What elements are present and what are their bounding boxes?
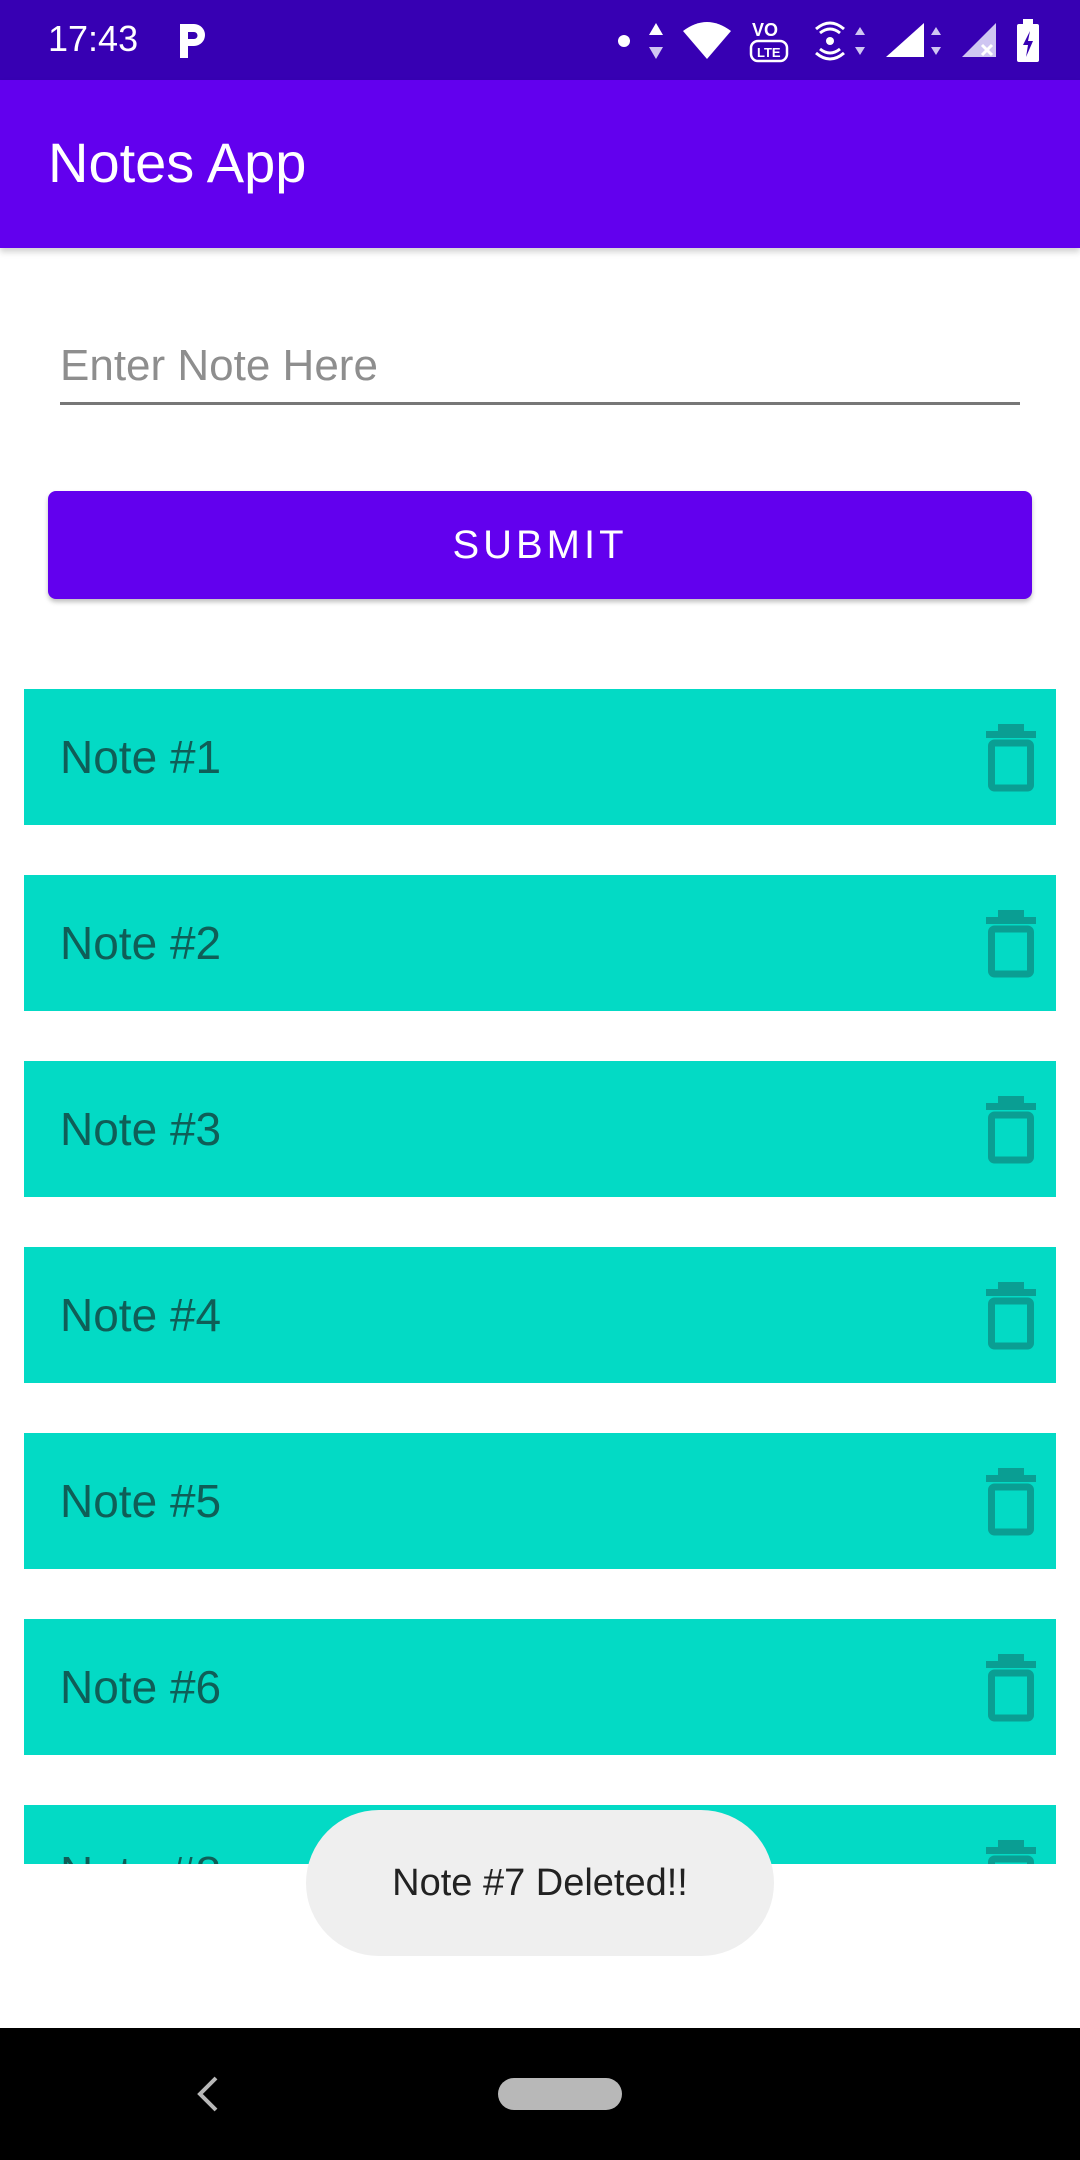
delete-button[interactable] bbox=[966, 875, 1056, 1011]
notes-list[interactable]: Note #1 Note #2 Note #3 Note #4 Note #5 … bbox=[0, 689, 1080, 1864]
home-button[interactable] bbox=[498, 2078, 622, 2110]
navigation-bar bbox=[0, 2028, 1080, 2160]
delete-button[interactable] bbox=[966, 1061, 1056, 1197]
signal-x-icon bbox=[962, 23, 996, 57]
delete-button[interactable] bbox=[966, 1247, 1056, 1383]
signal-icon bbox=[886, 23, 941, 57]
dot-icon bbox=[618, 35, 630, 47]
trash-icon bbox=[986, 1654, 1036, 1722]
trash-icon bbox=[986, 1840, 1036, 1864]
svg-text:LTE: LTE bbox=[757, 45, 781, 60]
trash-icon bbox=[986, 1282, 1036, 1350]
note-input[interactable] bbox=[60, 330, 1020, 405]
note-label: Note #6 bbox=[60, 1661, 222, 1713]
back-icon[interactable] bbox=[196, 2076, 220, 2112]
list-item[interactable]: Note #4 bbox=[24, 1247, 1056, 1383]
note-label: Note #4 bbox=[60, 1289, 222, 1341]
delete-button[interactable] bbox=[966, 1433, 1056, 1569]
hotspot-icon bbox=[815, 21, 865, 61]
submit-button[interactable]: SUBMIT bbox=[48, 491, 1032, 599]
note-label: Note #1 bbox=[60, 731, 222, 783]
app-bar: Notes App bbox=[0, 80, 1080, 248]
trash-icon bbox=[986, 1096, 1036, 1164]
list-item[interactable]: Note #3 bbox=[24, 1061, 1056, 1197]
status-bar: 17:43 VO LTE bbox=[0, 0, 1080, 80]
trash-icon bbox=[986, 910, 1036, 978]
trash-icon bbox=[986, 724, 1036, 792]
svg-text:VO: VO bbox=[752, 20, 778, 40]
parking-icon bbox=[180, 24, 205, 58]
wifi-icon bbox=[683, 22, 731, 59]
note-label: Note #5 bbox=[60, 1475, 222, 1527]
data-arrows-icon bbox=[649, 23, 663, 59]
volte-icon: VO LTE bbox=[749, 20, 789, 63]
delete-button[interactable] bbox=[966, 1805, 1056, 1864]
delete-button[interactable] bbox=[966, 689, 1056, 825]
toast-message: Note #7 Deleted!! bbox=[306, 1810, 774, 1956]
note-label: Note #8 bbox=[60, 1805, 221, 1864]
note-label: Note #3 bbox=[60, 1103, 222, 1155]
status-time: 17:43 bbox=[48, 18, 139, 59]
trash-icon bbox=[986, 1468, 1036, 1536]
battery-charging-icon bbox=[1017, 19, 1039, 62]
status-icons: VO LTE bbox=[618, 18, 1040, 64]
list-item[interactable]: Note #1 bbox=[24, 689, 1056, 825]
delete-button[interactable] bbox=[966, 1619, 1056, 1755]
list-item[interactable]: Note #6 bbox=[24, 1619, 1056, 1755]
note-label: Note #2 bbox=[60, 917, 222, 969]
app-title: Notes App bbox=[48, 131, 307, 194]
list-item[interactable]: Note #2 bbox=[24, 875, 1056, 1011]
list-item[interactable]: Note #5 bbox=[24, 1433, 1056, 1569]
